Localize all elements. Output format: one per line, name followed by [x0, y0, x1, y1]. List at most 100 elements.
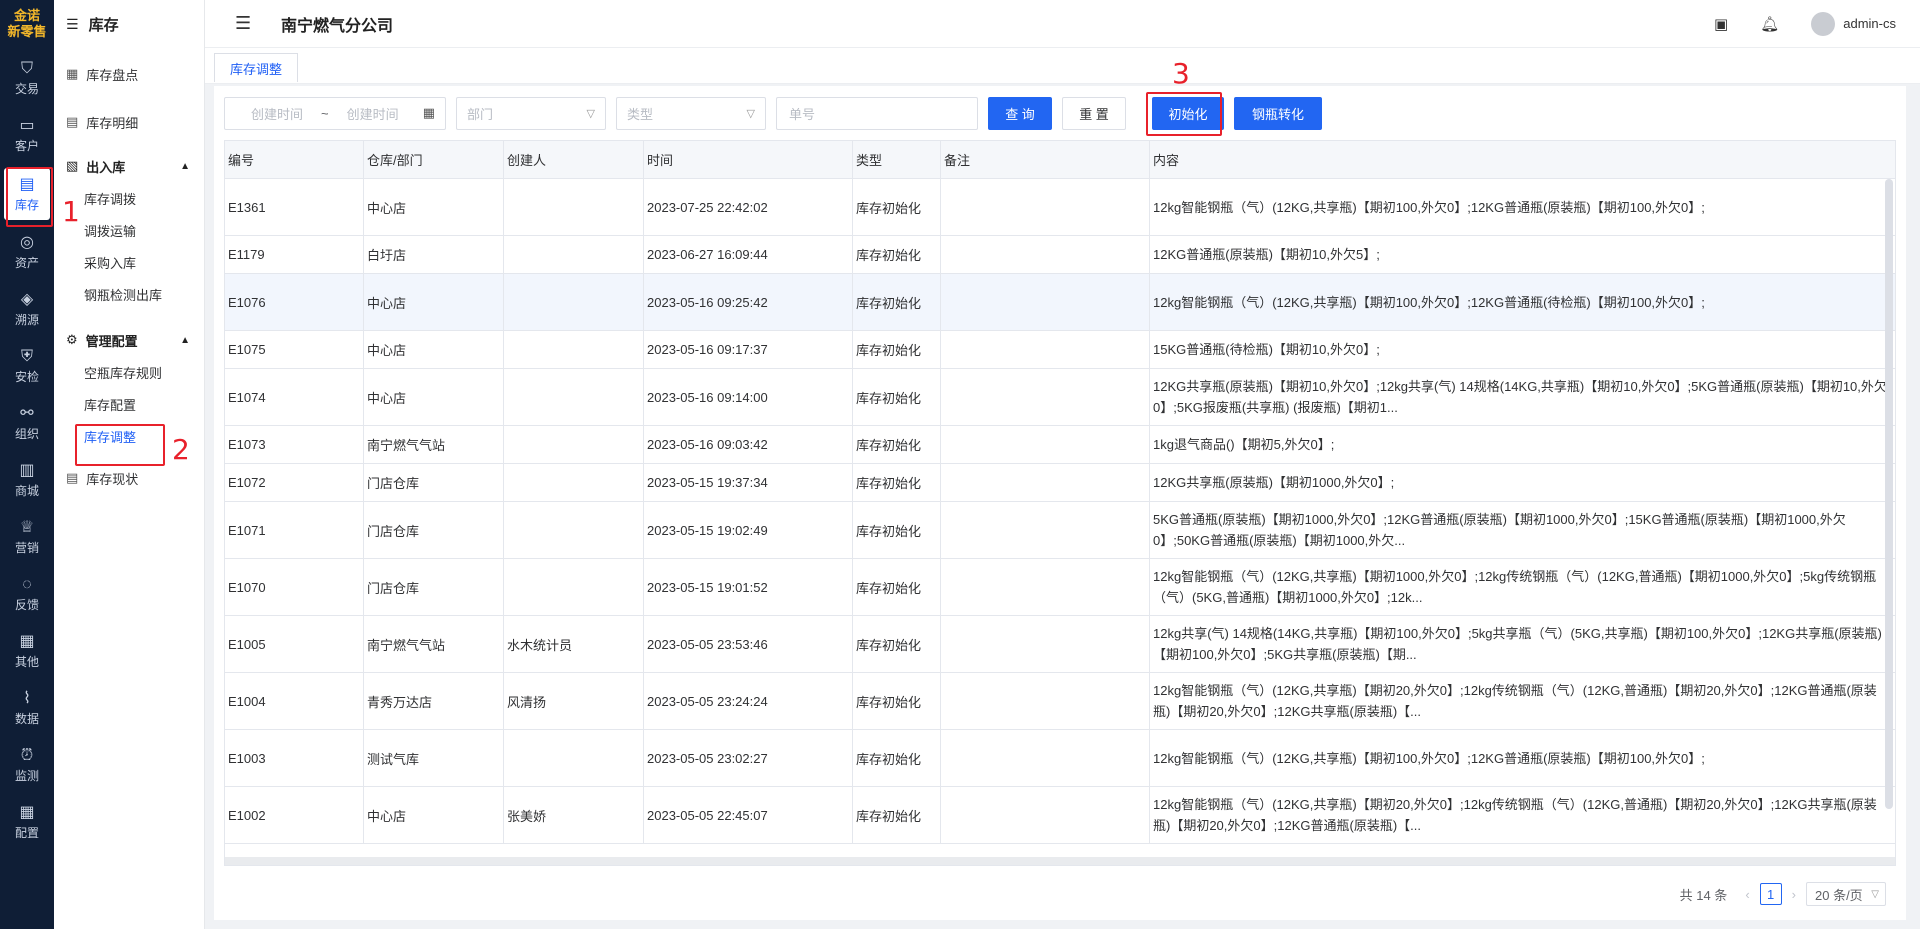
rail-item-compass[interactable]: ◈ 溯源 [0, 281, 54, 338]
rail-item-org[interactable]: ⚯ 组织 [0, 395, 54, 452]
rail-item-label: 资产 [14, 256, 39, 270]
page-number-current[interactable]: 1 [1759, 883, 1782, 905]
chat-icon: ◌ [22, 576, 32, 593]
sidebar-item-empty-stock-rules[interactable]: 空瓶库存规则 [54, 356, 204, 388]
header-col-content[interactable]: 内容 [1150, 141, 1895, 178]
rail-item-trophy[interactable]: ♕ 营销 [0, 509, 54, 566]
rail-item-bulb[interactable]: ◎ 资产 [0, 224, 54, 281]
horizontal-scrollbar[interactable] [225, 857, 1895, 865]
pagination: 共 14 条 ‹ 1 › 20 条/页 ▽ [1680, 882, 1886, 906]
sidebar-group-config[interactable]: ⚙ 管理配置 ▲ [54, 324, 204, 356]
cell-type: 库存初始化 [853, 616, 941, 672]
cell-creator [504, 426, 644, 463]
table-row[interactable]: E1072 门店仓库 2023-05-15 19:37:34 库存初始化 12KG共享瓶… [225, 464, 1895, 502]
clipboard-icon: ▧ [66, 158, 79, 173]
rail-item-bag[interactable]: ⛉ 交易 [0, 50, 54, 107]
rail-item-label: 监测 [14, 769, 39, 783]
tab-label: 库存调整 [230, 61, 283, 77]
rail-item-chat[interactable]: ◌ 反馈 [0, 566, 54, 623]
table-row[interactable]: E1075 中心店 2023-05-16 09:17:37 库存初始化 15KG普通瓶(… [225, 331, 1895, 369]
table-row[interactable]: E1361 中心店 2023-07-25 22:42:02 库存初始化 12kg智能钢瓶… [225, 179, 1895, 236]
qrcode-icon[interactable]: ▣ [1714, 15, 1728, 33]
tab-stock-adjust[interactable]: 库存调整 [214, 53, 299, 82]
reset-button[interactable]: 重 置 [1062, 96, 1126, 130]
table-row[interactable]: E1003 测试气库 2023-05-05 23:02:27 库存初始化 12kg智能钢… [225, 730, 1895, 787]
document-icon: ▤ [66, 114, 79, 129]
cell-creator: 张美娇 [504, 787, 644, 843]
order-number-input[interactable]: 单号 [776, 96, 978, 130]
table-row[interactable]: E1073 南宁燃气气站 2023-05-16 09:03:42 库存初始化 1kg退气… [225, 426, 1895, 464]
cell-creator [504, 331, 644, 368]
cell-content: 12KG共享瓶(原装瓶)【期初1000,外欠0】; [1153, 475, 1395, 490]
cell-time: 2023-05-16 09:17:37 [644, 331, 853, 368]
rail-item-alarm[interactable]: ⏰︎ 监测 [0, 737, 54, 794]
brand-logo[interactable]: 金诺 新零售 [0, 0, 54, 50]
avatar[interactable] [1811, 11, 1836, 36]
table-row[interactable]: E1005 南宁燃气气站 水木统计员 2023-05-05 23:53:46 库存初始化… [225, 616, 1895, 673]
table-row[interactable]: E1074 中心店 2023-05-16 09:14:00 库存初始化 12KG共享瓶(… [225, 369, 1895, 426]
sidebar-item-label: 采购入库 [84, 255, 137, 271]
sidebar-item-stock-config[interactable]: 库存配置 [54, 388, 204, 420]
sidebar-item-stock-status[interactable]: ▤ 库存现状 [54, 462, 204, 494]
user-name[interactable]: admin-cs [1843, 16, 1896, 31]
header-col-creator[interactable]: 创建人 [504, 141, 644, 178]
header-col-note[interactable]: 备注 [941, 141, 1150, 178]
annotation-box-stock-adjust [75, 424, 165, 466]
cell-note [941, 369, 1150, 425]
shield-icon: ⛨ [20, 348, 33, 365]
sidebar-group-inout[interactable]: ▧ 出入库 ▲ [54, 150, 204, 182]
rail-item-id-card[interactable]: ▭ 客户 [0, 107, 54, 164]
grid-icon: ▦ [19, 633, 35, 650]
table-row[interactable]: E1070 门店仓库 2023-05-15 19:01:52 库存初始化 12kg智能钢… [225, 559, 1895, 616]
rail-item-grid[interactable]: ▦ 其他 [0, 623, 54, 680]
rail-item-apps[interactable]: ▦ 配置 [0, 794, 54, 851]
header-col-id[interactable]: 编号 [225, 141, 364, 178]
calendar-icon[interactable]: ▦ [423, 105, 435, 121]
rail-item-shield[interactable]: ⛨ 安检 [0, 338, 54, 395]
bell-icon[interactable]: 🔔︎ [1760, 15, 1779, 33]
menu-fold-icon[interactable]: ☰ [235, 13, 271, 34]
cell-note [941, 426, 1150, 463]
sidebar-item-purchase-in[interactable]: 采购入库 [54, 246, 204, 278]
cell-note [941, 616, 1150, 672]
rail-item-label: 安检 [14, 370, 39, 384]
query-button[interactable]: 查 询 [988, 96, 1052, 130]
cell-note [941, 502, 1150, 558]
page-size-select[interactable]: 20 条/页 ▽ [1806, 882, 1886, 906]
sidebar-item-stock-detail[interactable]: ▤ 库存明细 [54, 106, 204, 138]
start-date-input[interactable]: 创建时间 [251, 104, 303, 123]
cell-content: 12kg智能钢瓶（气）(12KG,共享瓶)【期初1000,外欠0】;12kg传统… [1153, 569, 1877, 605]
table-row[interactable]: E1004 青秀万达店 风清扬 2023-05-05 23:24:24 库存初始化 12k… [225, 673, 1895, 730]
header-col-type[interactable]: 类型 [853, 141, 941, 178]
next-page-icon[interactable]: › [1792, 887, 1796, 902]
cell-content: 12kg智能钢瓶（气）(12KG,共享瓶)【期初100,外欠0】;12KG普通瓶… [1153, 199, 1705, 215]
cell-type: 库存初始化 [853, 331, 941, 368]
table-row[interactable]: E1076 中心店 2023-05-16 09:25:42 库存初始化 12kg智能钢瓶… [225, 274, 1895, 331]
cylinder-convert-button[interactable]: 钢瓶转化 [1234, 96, 1322, 130]
header-col-time[interactable]: 时间 [644, 141, 853, 178]
cell-type: 库存初始化 [853, 369, 941, 425]
rail-item-label: 客户 [14, 139, 39, 153]
rail-item-label: 组织 [14, 427, 39, 441]
created-date-range[interactable]: 创建时间 ~ 创建时间 ▦ [224, 96, 446, 130]
sidebar-item-cylinder-test-out[interactable]: 钢瓶检测出库 [54, 278, 204, 310]
table-row[interactable]: E1002 中心店 张美娇 2023-05-05 22:45:07 库存初始化 12kg智… [225, 787, 1895, 844]
vertical-scrollbar[interactable] [1885, 179, 1893, 809]
rail-item-chart[interactable]: ⌇ 数据 [0, 680, 54, 737]
department-select[interactable]: 部门 ▽ [456, 96, 606, 130]
query-label: 查 询 [1005, 106, 1035, 122]
table-row[interactable]: E1071 门店仓库 2023-05-15 19:02:49 库存初始化 5KG普通瓶(… [225, 502, 1895, 559]
type-select[interactable]: 类型 ▽ [616, 96, 766, 130]
end-date-input[interactable]: 创建时间 [347, 104, 399, 123]
header-col-dept[interactable]: 仓库/部门 [364, 141, 504, 178]
rail-item-label: 其他 [14, 655, 39, 669]
cell-time: 2023-06-27 16:09:44 [644, 236, 853, 273]
cell-dept: 南宁燃气气站 [364, 426, 504, 463]
prev-page-icon[interactable]: ‹ [1745, 887, 1749, 902]
sidebar-item-stocktake[interactable]: ▦ 库存盘点 [54, 58, 204, 90]
chevron-down-icon: ▽ [746, 107, 755, 120]
cell-note [941, 559, 1150, 615]
rail-item-store[interactable]: ▥ 商城 [0, 452, 54, 509]
table-row[interactable]: E1179 白圩店 2023-06-27 16:09:44 库存初始化 12KG普通瓶(… [225, 236, 1895, 274]
cell-content: 12kg共享(气) 14规格(14KG,共享瓶)【期初100,外欠0】;5kg共… [1153, 626, 1882, 662]
